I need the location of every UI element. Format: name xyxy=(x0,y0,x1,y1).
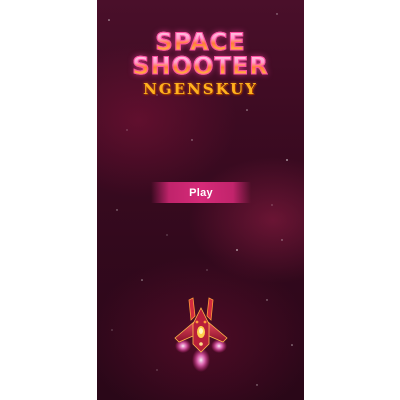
title-line-shooter: SHOOTER xyxy=(97,54,304,79)
title-subtitle: NGENSKUY xyxy=(143,80,258,98)
play-button-label: Play xyxy=(189,186,213,199)
play-button[interactable]: Play xyxy=(151,182,251,203)
spaceship-icon xyxy=(174,297,228,372)
game-logo: SPACE SHOOTER NGENSKUY xyxy=(97,30,304,99)
title-line-space: SPACE xyxy=(97,30,304,55)
game-screen: SPACE SHOOTER NGENSKUY Play xyxy=(97,0,304,400)
